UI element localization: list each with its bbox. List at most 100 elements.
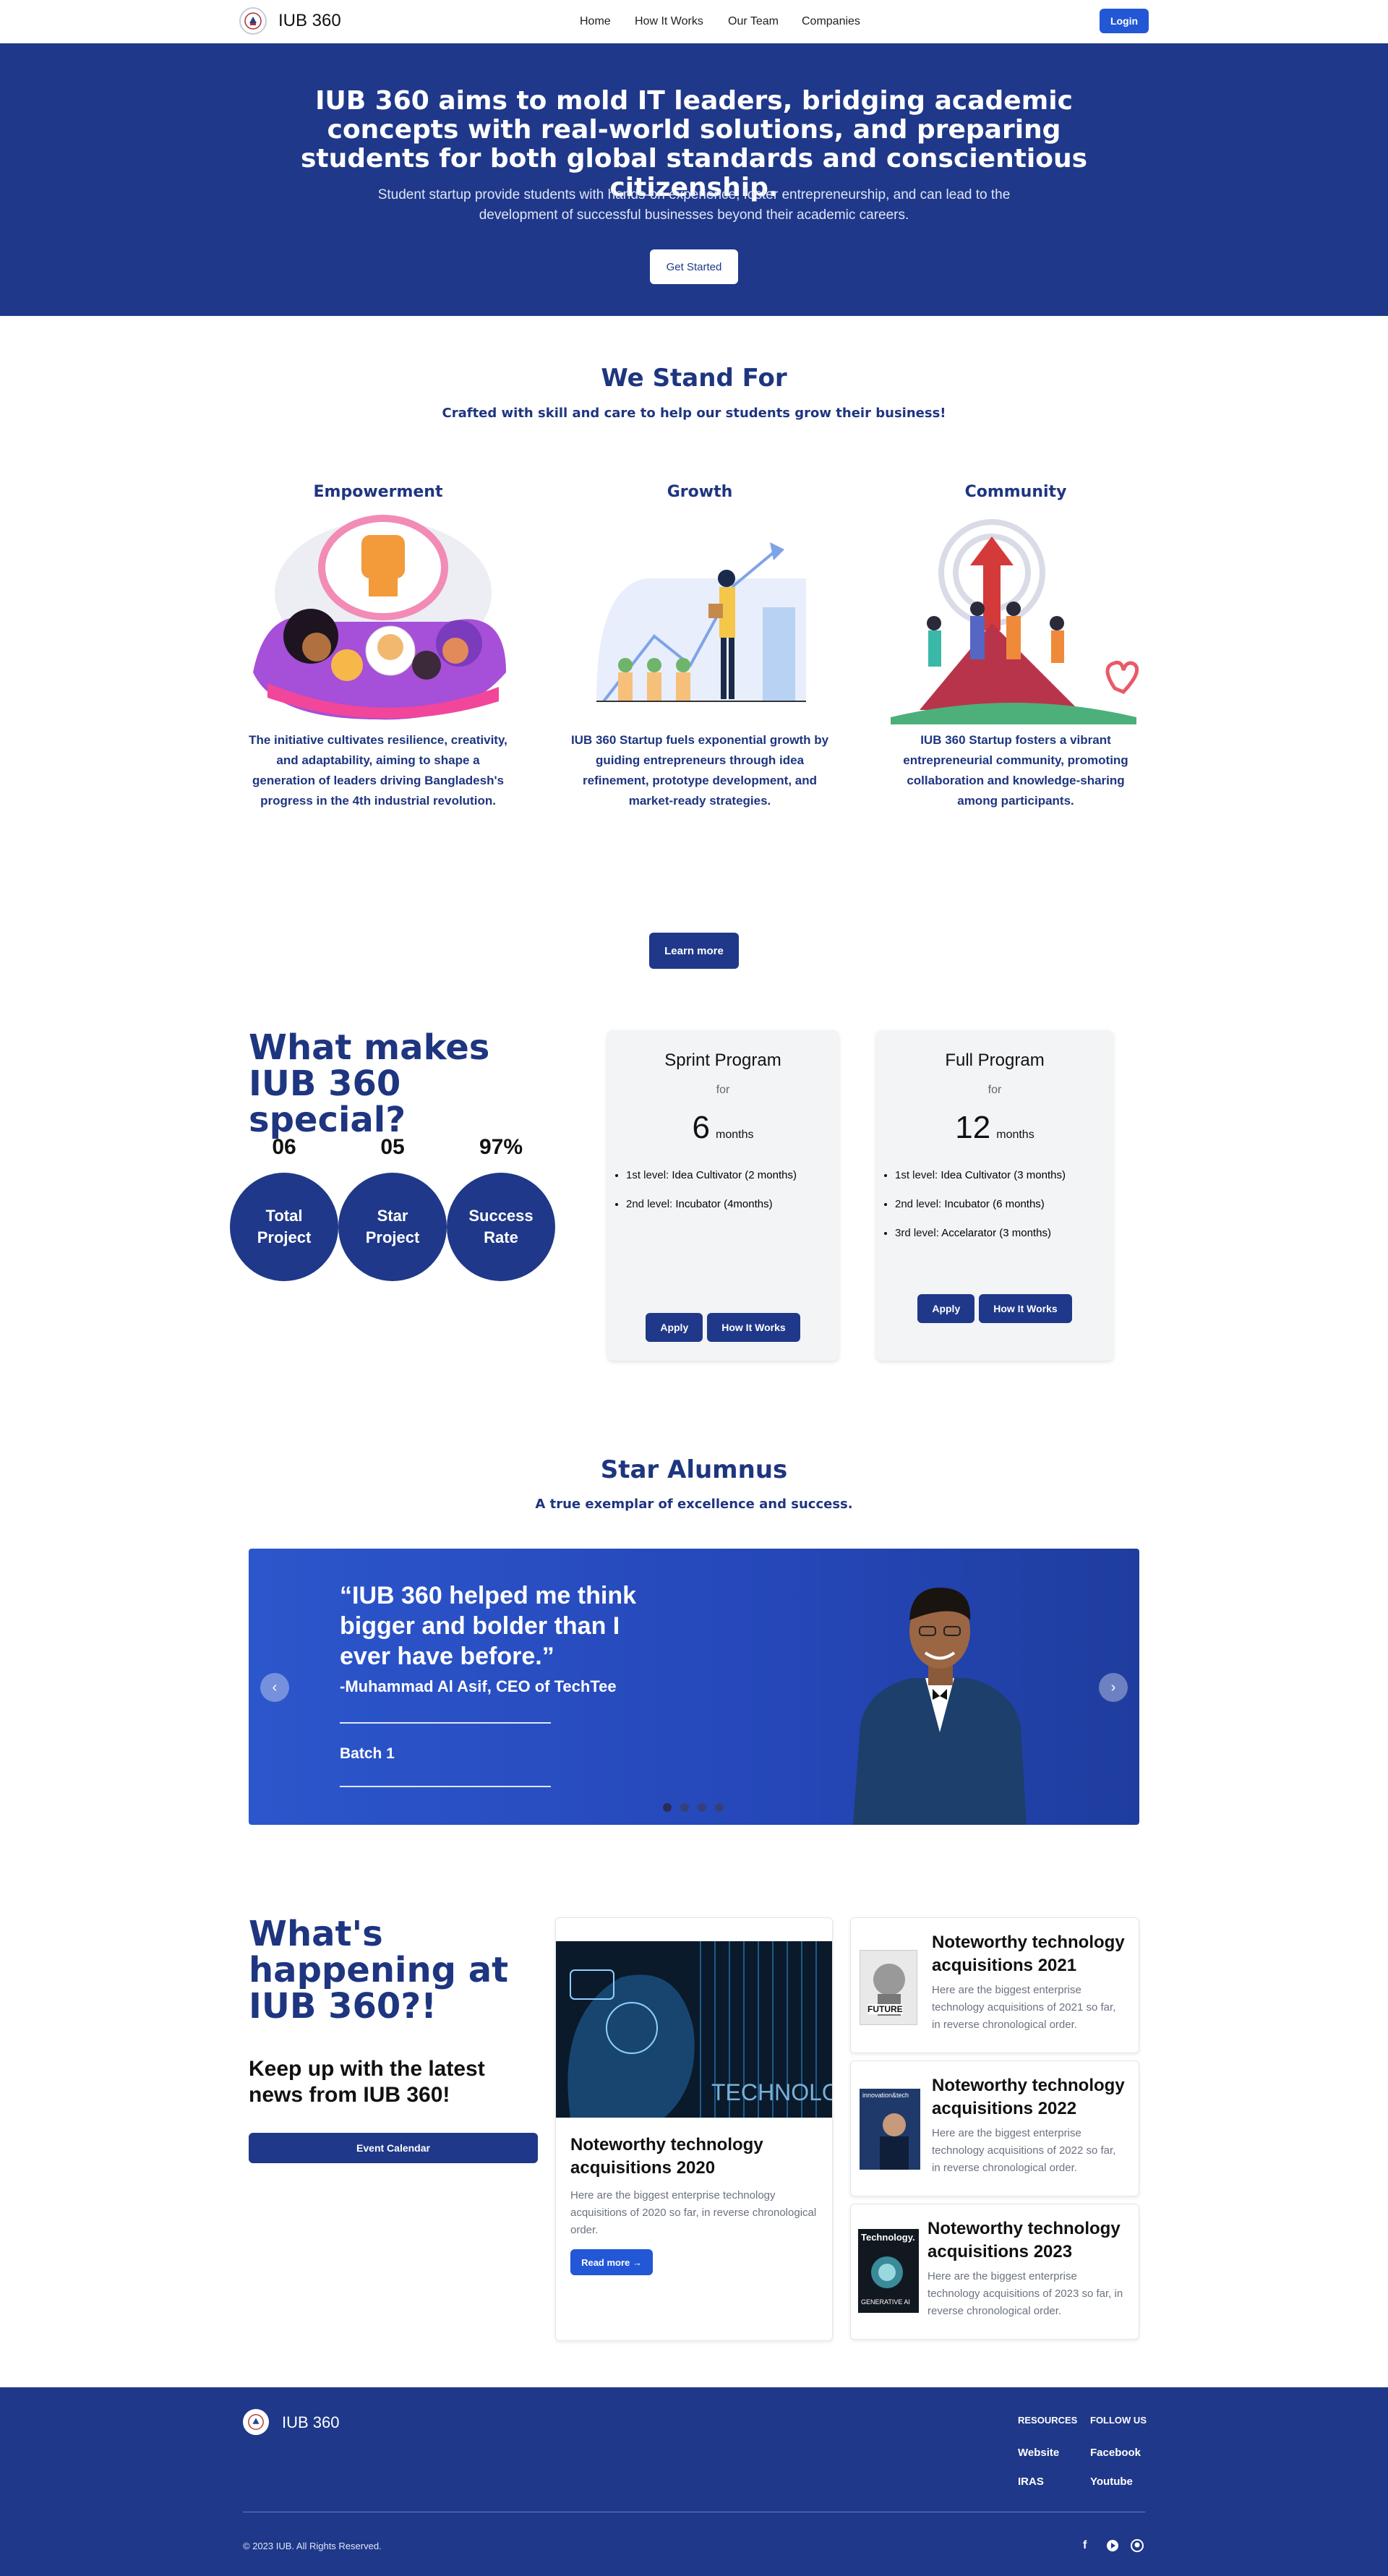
magazine-cover-future: FUTURE <box>860 1950 917 2025</box>
github-icon[interactable] <box>1131 2539 1144 2552</box>
program-level: 3rd level: Accelarator (3 months) <box>895 1225 1113 1241</box>
program-for: for <box>716 1084 730 1096</box>
pillar-text-empowerment: The initiative cultivates resilience, cr… <box>249 733 507 808</box>
divider <box>340 1722 551 1724</box>
pillar-title-growth: Growth <box>667 483 733 501</box>
carousel-dot[interactable] <box>680 1803 689 1812</box>
stat-label-star: Star Project <box>365 1207 420 1246</box>
alumni-quote: “IUB 360 helped me think bigger and bold… <box>340 1582 636 1670</box>
copyright: © 2023 IUB. All Rights Reserved. <box>243 2541 382 2551</box>
full-program-card: Full Program for 12 months 1st level: Ide… <box>876 1030 1113 1361</box>
alumni-subtitle: A true exemplar of excellence and succes… <box>535 1497 853 1512</box>
alumni-carousel: “IUB 360 helped me think bigger and bold… <box>249 1549 1139 1825</box>
sprint-program-card: Sprint Program for 6 months 1st level: Id… <box>607 1030 839 1361</box>
stat-circle-star: Star Project <box>338 1173 447 1281</box>
footer: IUB 360 RESOURCES FOLLOW US Website IRAS… <box>0 2387 1388 2576</box>
program-level: 1st level: Idea Cultivator (2 months) <box>626 1168 839 1184</box>
program-name: Sprint Program <box>664 1050 781 1070</box>
news-card-text: Here are the biggest enterprise technolo… <box>932 1984 1116 2031</box>
carousel-dot[interactable] <box>698 1803 706 1812</box>
footer-follow-heading: FOLLOW US <box>1090 2415 1147 2426</box>
hero-section: IUB 360 aims to mold IT leaders, bridgin… <box>0 43 1388 316</box>
carousel-dot[interactable] <box>715 1803 724 1812</box>
how-it-works-button[interactable]: How It Works <box>979 1294 1072 1323</box>
pillar-text-community: IUB 360 Startup fosters a vibrant entrep… <box>903 733 1128 808</box>
read-more-button[interactable]: Read more → <box>570 2249 653 2275</box>
stat-circle-success: Success Rate <box>447 1173 555 1281</box>
program-level: 2nd level: Incubator (6 months) <box>895 1197 1113 1212</box>
magazine-cover-innovation: innovation&tech <box>860 2089 920 2170</box>
carousel-dot[interactable] <box>663 1803 672 1812</box>
carousel-next-arrow-icon[interactable]: › <box>1099 1673 1128 1702</box>
footer-link-website[interactable]: Website <box>1018 2447 1059 2459</box>
alumni-photo <box>853 1588 1027 1825</box>
how-it-works-button[interactable]: How It Works <box>707 1313 800 1342</box>
divider <box>340 1786 551 1787</box>
stat-label-total: Total Project <box>257 1207 312 1246</box>
nav-our-team[interactable]: Our Team <box>728 15 779 28</box>
news-card-title[interactable]: Noteworthy technology acquisitions 2021 <box>932 1931 1127 1977</box>
stand-subtitle: Crafted with skill and care to help our … <box>442 406 946 421</box>
pillar-text-growth: IUB 360 Startup fuels exponential growth… <box>570 733 829 808</box>
alumni-title: Star Alumnus <box>600 1455 788 1484</box>
footer-link-youtube[interactable]: Youtube <box>1090 2476 1133 2488</box>
news-card-2022[interactable]: innovation&tech Noteworthy technology ac… <box>850 2061 1139 2196</box>
growth-illustration <box>596 542 806 703</box>
stat-value-star: 05 <box>380 1135 405 1159</box>
program-name: Full Program <box>945 1050 1045 1070</box>
stat-label-success: Success Rate <box>468 1207 534 1246</box>
news-card-title[interactable]: Noteworthy technology acquisitions 2020 <box>570 2134 823 2180</box>
alumni-batch: Batch 1 <box>340 1745 395 1762</box>
program-months-unit: months <box>996 1129 1034 1141</box>
news-card-text: Here are the biggest enterprise technolo… <box>928 2270 1123 2317</box>
top-navbar: IUB 360 Home How It Works Our Team Compa… <box>0 0 1388 43</box>
magazine-cover-technology: Technology. GENERATIVE AI <box>858 2229 919 2313</box>
nav-how-it-works[interactable]: How It Works <box>635 15 703 28</box>
footer-resources-heading: RESOURCES <box>1018 2415 1078 2426</box>
news-card-text: Here are the biggest enterprise technolo… <box>932 2127 1116 2174</box>
youtube-icon[interactable] <box>1106 2539 1119 2552</box>
iub-logo-icon[interactable] <box>239 7 267 35</box>
get-started-button[interactable]: Get Started <box>650 249 738 284</box>
footer-link-iras[interactable]: IRAS <box>1018 2476 1044 2488</box>
news-card-title[interactable]: Noteworthy technology acquisitions 2023 <box>928 2217 1130 2264</box>
news-card-title[interactable]: Noteworthy technology acquisitions 2022 <box>932 2074 1127 2121</box>
empowerment-illustration <box>253 515 506 720</box>
brand-name[interactable]: IUB 360 <box>278 11 341 31</box>
hero-subtitle: Student startup provide students with ha… <box>377 187 1011 223</box>
featured-news-card[interactable]: TECHNOLOGY Noteworthy technology acquisi… <box>555 1917 833 2341</box>
news-title: What's happening at IUB 360?! <box>249 1914 509 2027</box>
footer-link-facebook[interactable]: Facebook <box>1090 2447 1141 2459</box>
stat-value-total: 06 <box>272 1135 296 1159</box>
event-calendar-button[interactable]: Event Calendar <box>249 2133 538 2163</box>
news-card-2023[interactable]: Technology. GENERATIVE AI Noteworthy tec… <box>850 2204 1139 2340</box>
apply-button[interactable]: Apply <box>646 1313 703 1342</box>
stat-circle-total: Total Project <box>230 1173 338 1281</box>
program-level: 2nd level: Incubator (4months) <box>626 1197 839 1212</box>
special-title: What makes IUB 360 special? <box>249 1027 490 1140</box>
program-for: for <box>988 1084 1002 1096</box>
learn-more-button[interactable]: Learn more <box>649 933 739 969</box>
carousel-prev-arrow-icon[interactable]: ‹ <box>260 1673 289 1702</box>
facebook-icon[interactable]: f <box>1083 2539 1087 2552</box>
pillar-title-community: Community <box>964 483 1067 501</box>
iub-logo-icon[interactable] <box>243 2409 269 2435</box>
stand-title: We Stand For <box>601 364 787 393</box>
nav-home[interactable]: Home <box>580 15 611 28</box>
news-card-2021[interactable]: FUTURE Noteworthy technology acquisition… <box>850 1917 1139 2053</box>
apply-button[interactable]: Apply <box>917 1294 975 1323</box>
community-illustration <box>891 519 1139 724</box>
technology-image: TECHNOLOGY <box>556 1941 832 2118</box>
news-card-text: Here are the biggest enterprise technolo… <box>570 2189 817 2236</box>
program-months-unit: months <box>716 1129 754 1141</box>
program-level: 1st level: Idea Cultivator (3 months) <box>895 1168 1113 1184</box>
program-months: 12 <box>955 1110 991 1145</box>
alumni-author: -Muhammad Al Asif, CEO of TechTee <box>340 1677 617 1695</box>
footer-brand[interactable]: IUB 360 <box>282 2413 340 2432</box>
nav-companies[interactable]: Companies <box>802 15 860 28</box>
program-months: 6 <box>692 1110 710 1145</box>
login-button[interactable]: Login <box>1100 9 1149 33</box>
technology-image-text: TECHNOLOGY <box>711 2079 832 2105</box>
stat-value-success: 97% <box>479 1135 523 1159</box>
pillar-title-empowerment: Empowerment <box>313 483 443 501</box>
